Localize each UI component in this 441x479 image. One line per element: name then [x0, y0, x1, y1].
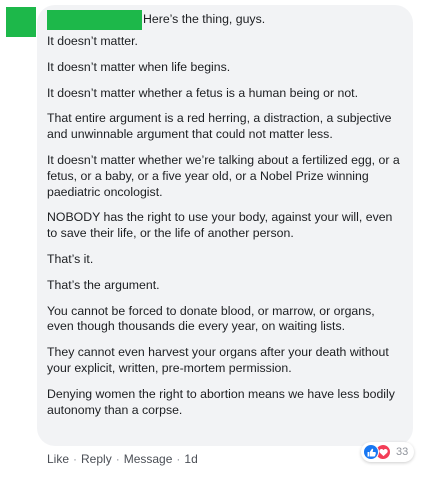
avatar[interactable]: [6, 7, 36, 37]
comment-paragraph: You cannot be forced to donate blood, or…: [47, 303, 375, 334]
timestamp-link[interactable]: 1d: [184, 452, 197, 466]
message-link[interactable]: Message: [124, 452, 173, 466]
author-name-redacted[interactable]: [47, 10, 142, 30]
comment-paragraph: Denying women the right to abortion mean…: [47, 386, 395, 417]
comment-paragraph: It doesn’t matter whether we’re talking …: [47, 152, 400, 199]
comment-paragraph: It doesn’t matter.: [47, 34, 138, 48]
comment-paragraph: It doesn’t matter whether a fetus is a h…: [47, 85, 359, 100]
like-link[interactable]: Like: [47, 452, 69, 466]
comment-paragraph: It doesn’t matter when life begins.: [47, 59, 231, 74]
like-icon: [363, 444, 379, 460]
separator: ·: [115, 452, 120, 466]
comment-paragraph: That entire argument is a red herring, a…: [47, 111, 392, 142]
comment-actions: Like · Reply · Message · 1d: [47, 452, 198, 466]
comment-paragraph: They cannot even harvest your organs aft…: [47, 345, 389, 375]
reply-link[interactable]: Reply: [81, 452, 112, 466]
separator: ·: [176, 452, 181, 466]
comment-header: Here’s the thing, guys.: [47, 10, 403, 30]
reactions-summary[interactable]: 33: [361, 442, 415, 462]
separator: ·: [73, 452, 78, 466]
comment-bubble: Here’s the thing, guys. It doesn’t matte…: [37, 5, 413, 446]
comment-greeting: Here’s the thing, guys.: [143, 12, 266, 27]
comment-paragraph: That’s the argument.: [47, 277, 160, 292]
reaction-count: 33: [396, 446, 409, 458]
comment-paragraph: That’s it.: [47, 251, 94, 266]
comment-paragraph: NOBODY has the right to use your body, a…: [47, 210, 393, 241]
